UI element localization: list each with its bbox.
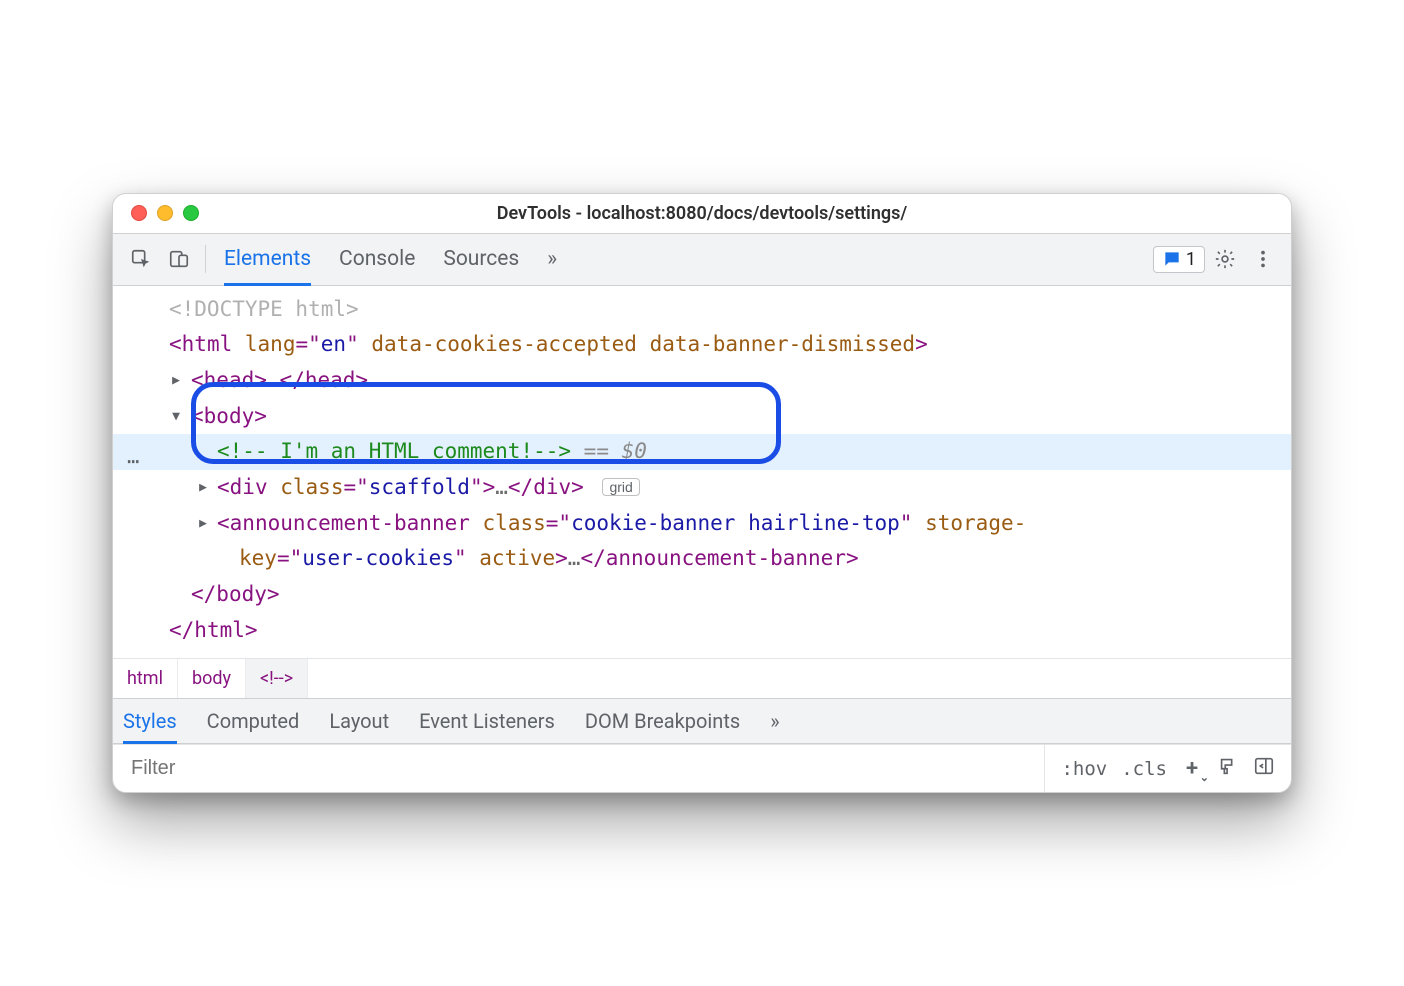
paint-icon[interactable] <box>1217 755 1239 782</box>
grid-badge[interactable]: grid <box>602 478 639 496</box>
subtab-layout[interactable]: Layout <box>329 699 389 743</box>
main-tabs: Elements Console Sources » <box>224 234 557 285</box>
kebab-menu-icon[interactable] <box>1245 241 1281 277</box>
expand-icon[interactable]: ▶ <box>195 477 211 499</box>
styles-filter-input[interactable] <box>113 745 1044 792</box>
cls-toggle[interactable]: .cls <box>1121 758 1167 780</box>
device-toolbar-icon[interactable] <box>161 241 197 277</box>
tabs-more[interactable]: » <box>547 234 557 285</box>
computed-sidebar-toggle-icon[interactable] <box>1253 755 1275 782</box>
collapse-icon[interactable]: ▼ <box>168 406 184 428</box>
dom-node-doctype[interactable]: <!DOCTYPE html> <box>113 292 1291 328</box>
settings-icon[interactable] <box>1207 241 1243 277</box>
dom-node-announcement-banner-cont[interactable]: key="user-cookies" active>…</announcemen… <box>113 541 1291 577</box>
subtab-styles[interactable]: Styles <box>123 699 177 743</box>
devtools-window: DevTools - localhost:8080/docs/devtools/… <box>112 193 1292 794</box>
dom-node-head[interactable]: ▶ <head>…</head> <box>113 363 1291 399</box>
styles-filter-tools: :hov .cls + <box>1044 745 1291 792</box>
crumb-html[interactable]: html <box>113 659 178 698</box>
issues-count: 1 <box>1186 249 1196 270</box>
crumb-body[interactable]: body <box>178 659 246 698</box>
close-window-button[interactable] <box>131 205 147 221</box>
dom-node-body-open[interactable]: ▼ <body> <box>113 399 1291 435</box>
new-style-rule-button[interactable]: + <box>1181 758 1203 780</box>
issues-button[interactable]: 1 <box>1153 246 1205 273</box>
subtab-event-listeners[interactable]: Event Listeners <box>419 699 555 743</box>
titlebar: DevTools - localhost:8080/docs/devtools/… <box>113 194 1291 234</box>
dom-node-body-close[interactable]: </body> <box>113 577 1291 613</box>
dom-node-scaffold[interactable]: ▶ <div class="scaffold">…</div> grid <box>113 470 1291 506</box>
dom-node-html[interactable]: <html lang="en" data-cookies-accepted da… <box>113 327 1291 363</box>
dom-node-html-close[interactable]: </html> <box>113 613 1291 649</box>
main-toolbar: Elements Console Sources » 1 <box>113 234 1291 286</box>
styles-filter-bar: :hov .cls + <box>113 744 1291 792</box>
window-title: DevTools - localhost:8080/docs/devtools/… <box>113 203 1291 224</box>
maximize-window-button[interactable] <box>183 205 199 221</box>
minimize-window-button[interactable] <box>157 205 173 221</box>
dom-tree: <!DOCTYPE html> <html lang="en" data-coo… <box>113 286 1291 659</box>
expand-icon[interactable]: ▶ <box>168 370 184 392</box>
hov-toggle[interactable]: :hov <box>1061 758 1107 780</box>
subtab-dom-breakpoints[interactable]: DOM Breakpoints <box>585 699 740 743</box>
tab-elements[interactable]: Elements <box>224 234 311 285</box>
crumb-comment[interactable]: <!--> <box>246 659 308 698</box>
dom-node-announcement-banner[interactable]: ▶ <announcement-banner class="cookie-ban… <box>113 506 1291 542</box>
dom-node-comment[interactable]: ⋯ <!-- I'm an HTML comment!--> == $0 <box>113 434 1291 470</box>
styles-tabs: Styles Computed Layout Event Listeners D… <box>113 698 1291 744</box>
subtabs-more[interactable]: » <box>770 699 779 743</box>
tab-sources[interactable]: Sources <box>443 234 519 285</box>
issues-icon <box>1162 249 1182 269</box>
window-controls <box>113 205 199 221</box>
inspect-element-icon[interactable] <box>123 241 159 277</box>
toolbar-separator <box>205 245 206 273</box>
expand-icon[interactable]: ▶ <box>195 513 211 535</box>
breadcrumb: html body <!--> <box>113 658 1291 698</box>
tab-console[interactable]: Console <box>339 234 415 285</box>
subtab-computed[interactable]: Computed <box>207 699 300 743</box>
